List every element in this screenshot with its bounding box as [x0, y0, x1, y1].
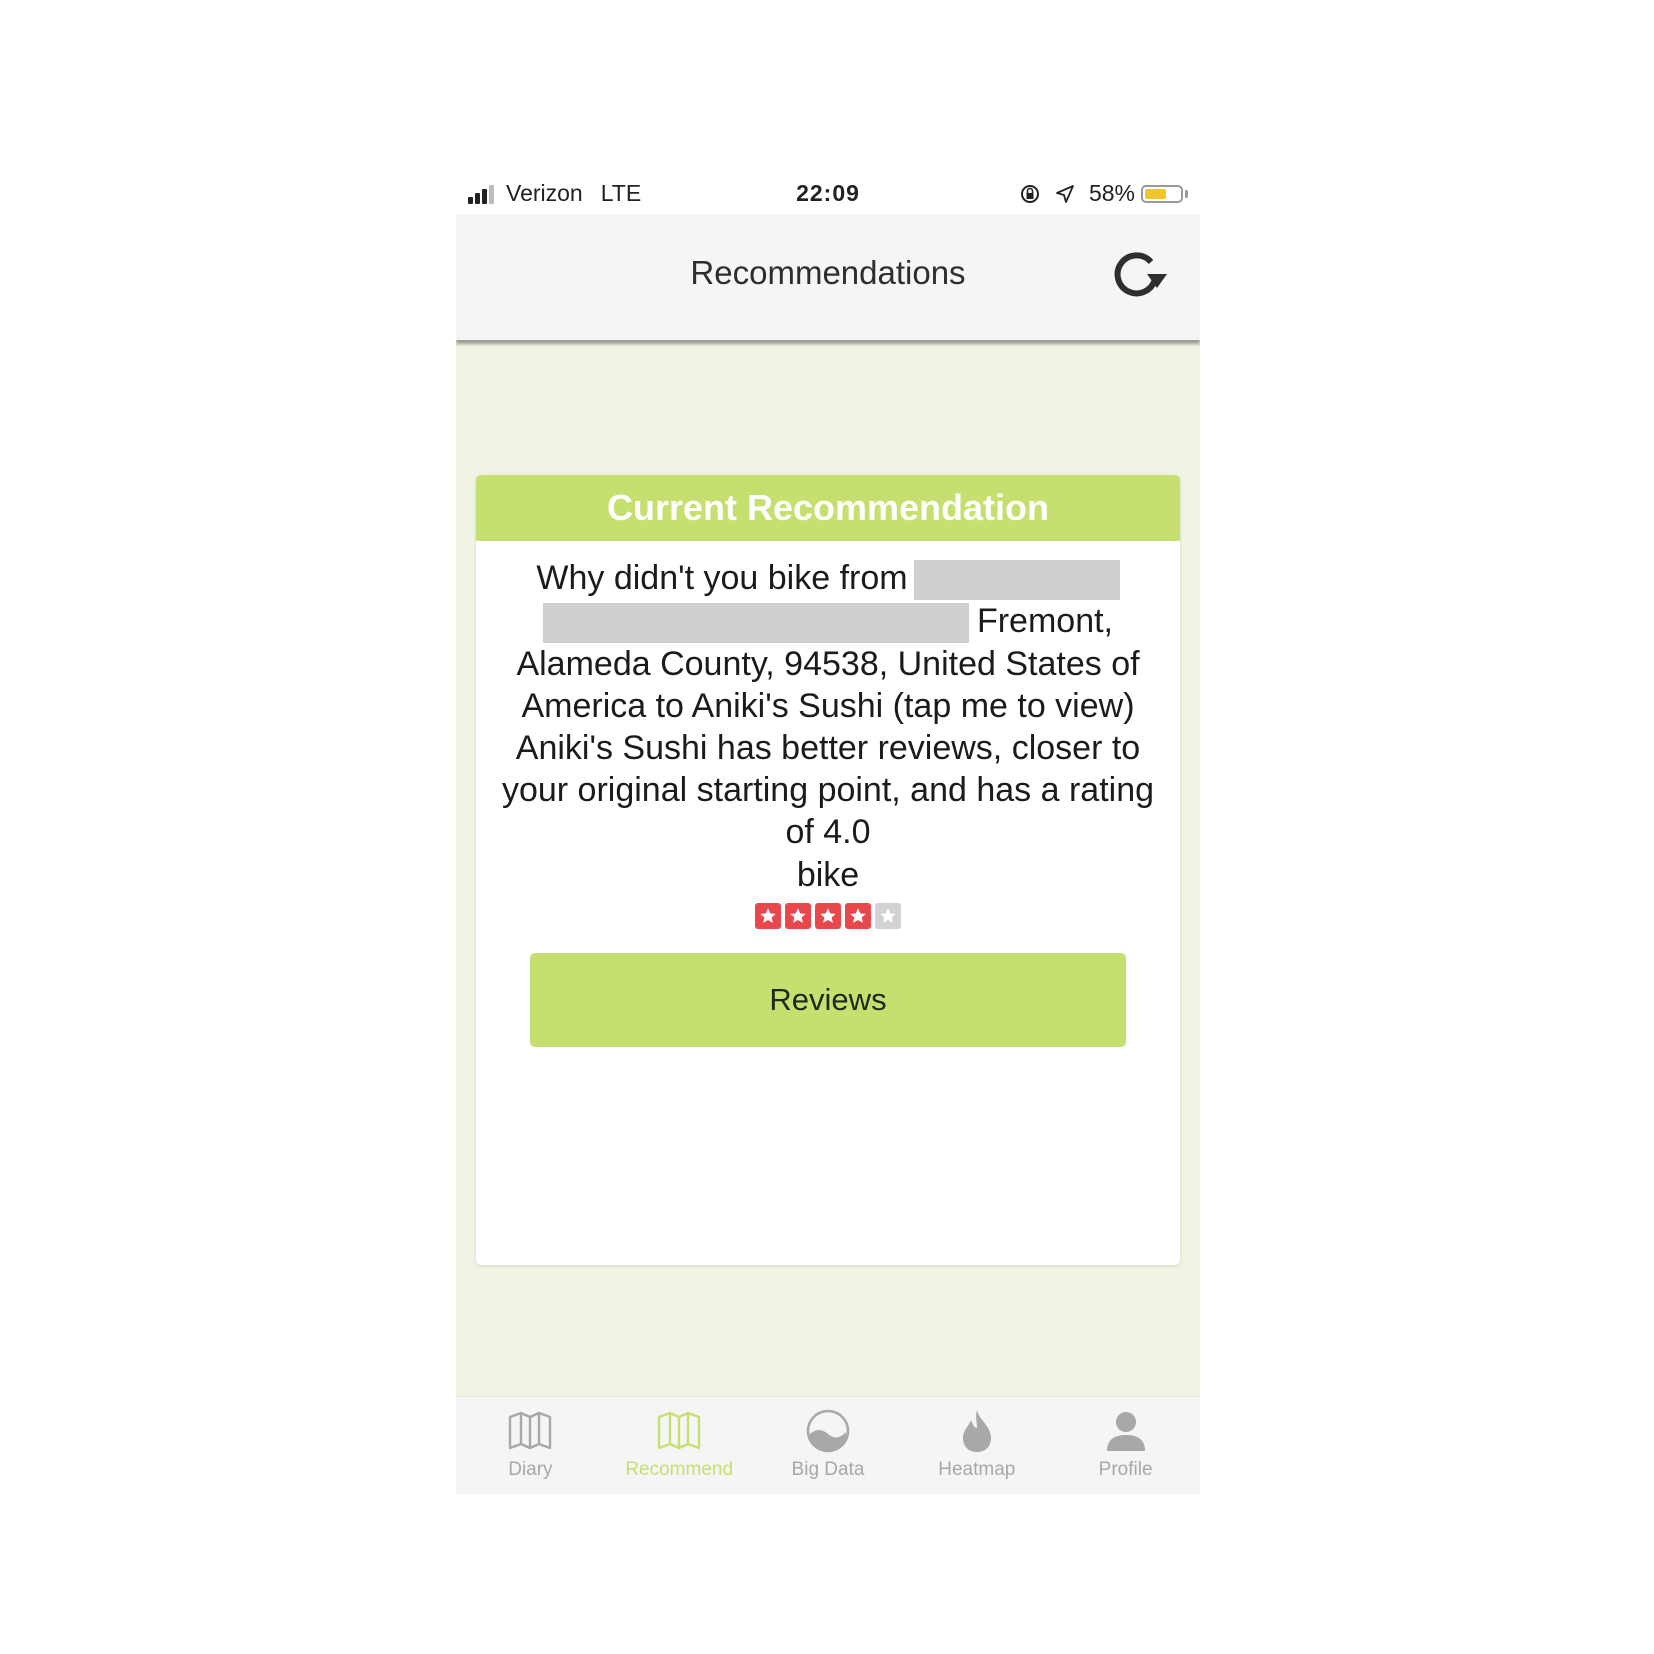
star-filled-icon [845, 903, 871, 930]
battery-icon [1141, 184, 1183, 203]
redacted-address [542, 603, 969, 644]
refresh-button[interactable] [1110, 244, 1170, 304]
flame-icon [959, 1407, 995, 1455]
navigation-bar: Recommendations [456, 214, 1200, 340]
star-filled-icon [815, 903, 841, 930]
user-icon [1105, 1407, 1147, 1455]
phone-screen: Verizon LTE 22:09 58% Recommendations Cu… [456, 172, 1200, 1494]
map-icon [507, 1407, 553, 1455]
tab-heatmap[interactable]: Heatmap [902, 1397, 1051, 1494]
message-start: Why didn't you bike from [536, 559, 908, 597]
card-header: Current Recommendation [476, 475, 1180, 541]
tab-bar: Diary Recommend Big Data Heatmap Profile [456, 1396, 1200, 1494]
tab-label: Recommend [625, 1459, 734, 1480]
star-filled-icon [755, 903, 781, 930]
recommendation-message[interactable]: Why didn't you bike from Fremont, Alamed… [476, 541, 1180, 853]
refresh-icon [1114, 252, 1167, 297]
globe-icon [805, 1407, 851, 1455]
tab-label: Diary [508, 1459, 553, 1480]
location-arrow-icon [1055, 184, 1075, 204]
tab-diary[interactable]: Diary [456, 1397, 605, 1494]
tab-label: Big Data [791, 1459, 865, 1480]
reviews-button[interactable]: Reviews [530, 953, 1126, 1048]
star-empty-icon [875, 903, 901, 930]
star-rating [476, 903, 1180, 930]
tab-recommend[interactable]: Recommend [605, 1397, 754, 1494]
tab-label: Heatmap [938, 1459, 1016, 1480]
star-filled-icon [785, 903, 811, 930]
status-right: 58% [1019, 180, 1188, 207]
battery-percent: 58% [1088, 180, 1135, 206]
recommendation-card: Current Recommendation Why didn't you bi… [476, 475, 1180, 1265]
rotation-lock-icon [1019, 183, 1041, 205]
map-icon [656, 1407, 702, 1455]
status-bar: Verizon LTE 22:09 58% [456, 172, 1200, 214]
page-title: Recommendations [690, 254, 966, 291]
transport-mode: bike [796, 856, 860, 895]
tab-profile[interactable]: Profile [1051, 1397, 1200, 1494]
tab-big-data[interactable]: Big Data [754, 1397, 903, 1494]
redacted-address [913, 560, 1120, 601]
tab-label: Profile [1098, 1459, 1153, 1480]
